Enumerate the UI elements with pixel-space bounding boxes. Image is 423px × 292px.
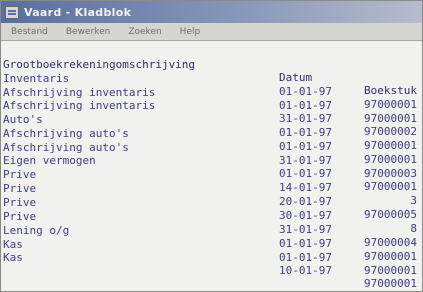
table-row: Prive 31-01-97 97000004: [3, 197, 419, 249]
row-document: 97000001: [364, 264, 417, 277]
row-description: Kas: [3, 251, 23, 264]
title-bar[interactable]: Vaard - Kladblok: [1, 1, 422, 23]
table-row: Prive 30-01-97 8: [3, 183, 419, 235]
menu-search[interactable]: Zoeken: [128, 27, 161, 37]
menu-file[interactable]: Bestand: [11, 27, 48, 37]
table-row: Prive 20-01-97 97000005: [3, 169, 419, 221]
menu-edit[interactable]: Bewerken: [66, 27, 110, 37]
table-row: Prive 14-01-97 3: [3, 155, 419, 207]
window-title: Vaard - Kladblok: [24, 5, 132, 19]
row-document: 97000001: [364, 250, 417, 263]
text-area[interactable]: Grootboekrekeningomschrijving Datum Boek…: [1, 42, 422, 291]
row-document: 97000001: [364, 277, 417, 290]
notepad-window: Vaard - Kladblok Bestand Bewerken Zoeken…: [0, 0, 423, 292]
notepad-icon[interactable]: [5, 5, 19, 19]
table-row: Kas 01-01-97 97000001: [3, 225, 419, 277]
row-date: 01-01-97: [279, 251, 332, 264]
table-row: Afschrijving auto's 01-01-97 97000001: [3, 114, 419, 166]
table-row: Afschrijving inventaris 31-01-97 9700000…: [3, 86, 419, 138]
table-row: Auto's 01-01-97 97000001: [3, 100, 419, 152]
row-date: 10-01-97: [279, 264, 332, 277]
table-row: Lening o/g 01-01-97 97000001: [3, 211, 419, 263]
table-row: Afschrijving auto's 31-01-97 97000003: [3, 128, 419, 180]
menu-bar: Bestand Bewerken Zoeken Help: [1, 23, 422, 41]
table-row: Afschrijving inventaris 01-01-97 9700000…: [3, 73, 419, 125]
table-row: Eigen vermogen 01-01-97 97000001: [3, 141, 419, 193]
menu-help[interactable]: Help: [180, 27, 201, 37]
table-row: Inventaris 01-01-97 97000001: [3, 59, 419, 111]
table-row: Kas 10-01-97 97000001: [3, 238, 419, 290]
header-row: Grootboekrekeningomschrijving Datum Boek…: [3, 45, 419, 97]
